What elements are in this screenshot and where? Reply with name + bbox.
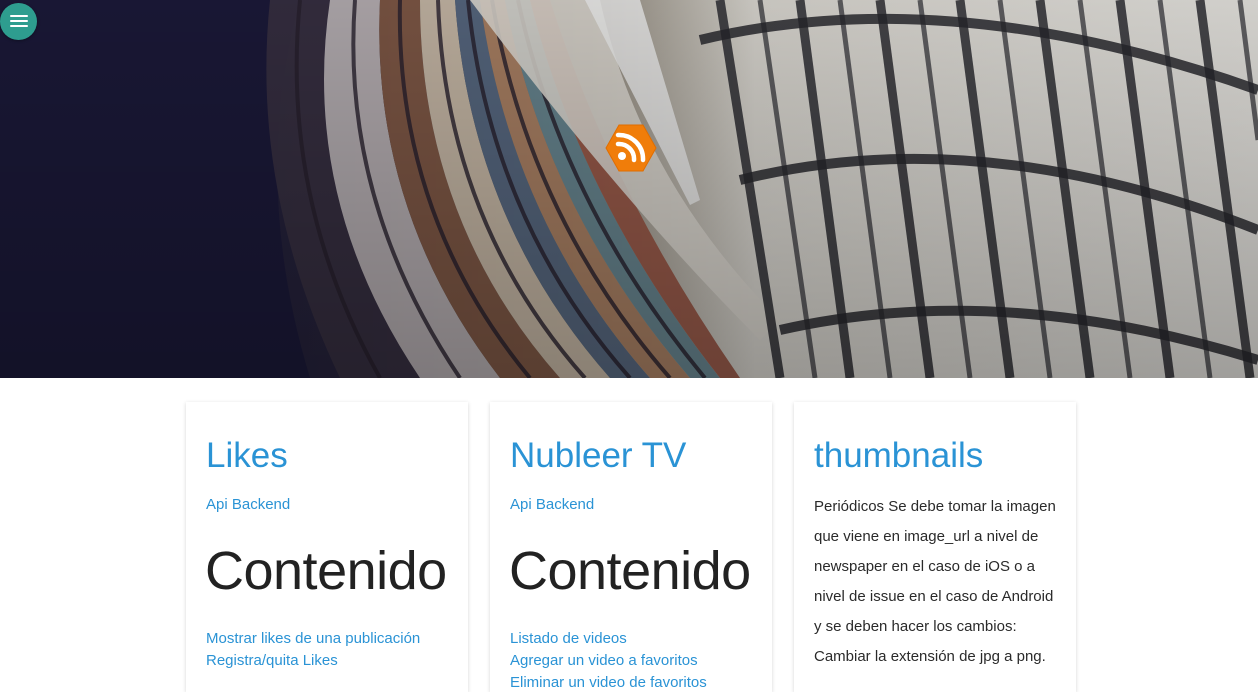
endpoint-link[interactable]: Registra/quita Likes	[206, 650, 420, 672]
api-backend-link[interactable]: Api Backend	[510, 496, 594, 513]
section-heading: Contenido	[205, 541, 447, 601]
card-nubleer-tv: Nubleer TV Api Backend Contenido Listado…	[490, 402, 772, 692]
endpoint-link-list: Listado de videos Agregar un video a fav…	[510, 628, 707, 692]
hamburger-menu-icon	[10, 15, 28, 17]
card-title: thumbnails	[814, 436, 984, 475]
endpoint-link[interactable]: Agregar un video a favoritos	[510, 650, 707, 672]
card-description: Periódicos Se debe tomar la imagen que v…	[814, 498, 1056, 665]
hero-banner	[0, 0, 1258, 378]
endpoint-link[interactable]: Mostrar likes de una publicación	[206, 628, 420, 650]
library-background-image	[0, 0, 1258, 378]
menu-button[interactable]	[0, 3, 37, 40]
endpoint-link[interactable]: Listado de videos	[510, 628, 707, 650]
endpoint-link-list: Mostrar likes de una publicación Registr…	[206, 628, 420, 672]
api-backend-link[interactable]: Api Backend	[206, 496, 290, 513]
card-thumbnails: thumbnails Periódicos Se debe tomar la i…	[794, 402, 1076, 692]
rss-feed-icon	[605, 124, 657, 172]
card-title: Likes	[206, 436, 288, 475]
card-likes: Likes Api Backend Contenido Mostrar like…	[186, 402, 468, 692]
section-heading: Contenido	[509, 541, 751, 601]
endpoint-link[interactable]: Eliminar un video de favoritos	[510, 672, 707, 692]
card-title: Nubleer TV	[510, 436, 687, 475]
